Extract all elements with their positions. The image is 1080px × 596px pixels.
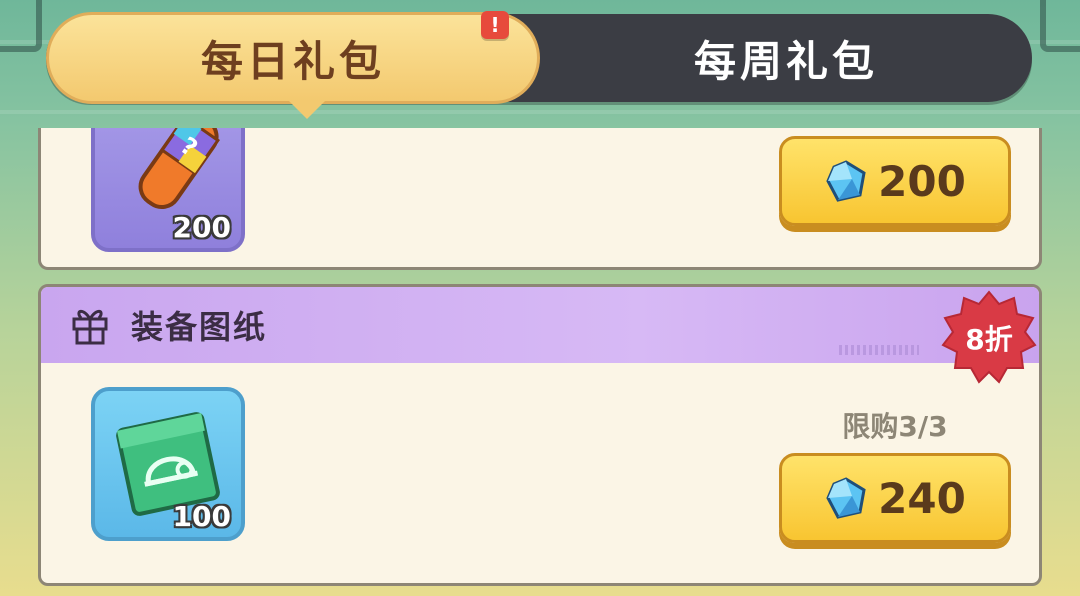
buy-button[interactable]: 200 bbox=[779, 136, 1011, 226]
item-slot[interactable]: ? 200 bbox=[91, 128, 245, 252]
item-quantity: 200 bbox=[172, 211, 231, 244]
offer-card-potion: ? 200 200 bbox=[38, 128, 1042, 270]
item-quantity: 100 bbox=[172, 500, 231, 533]
tab-daily-label: 每日礼包 bbox=[200, 36, 385, 86]
header-decoration bbox=[839, 345, 919, 355]
alert-badge: ! bbox=[481, 11, 509, 39]
discount-label: 8折 bbox=[965, 323, 1013, 356]
background-stripe bbox=[0, 110, 1080, 114]
buy-button[interactable]: 240 bbox=[779, 453, 1011, 543]
offer-card-blueprint: 装备图纸 100 限购3/3 240 bbox=[38, 284, 1042, 586]
price-label: 200 bbox=[878, 156, 966, 206]
discount-badge: 8折 bbox=[941, 290, 1037, 386]
tab-weekly-label: 每周礼包 bbox=[693, 36, 878, 86]
corner-decoration bbox=[1040, 0, 1080, 52]
card-header: 装备图纸 bbox=[41, 287, 1039, 363]
blue-gem-icon bbox=[826, 477, 866, 519]
item-slot[interactable]: 100 bbox=[91, 387, 245, 541]
tab-weekly-pack[interactable]: 每周礼包 bbox=[540, 14, 1032, 102]
purchase-limit: 限购3/3 bbox=[842, 410, 948, 443]
gift-icon bbox=[72, 309, 108, 345]
blue-gem-icon bbox=[826, 160, 866, 202]
card-title: 装备图纸 bbox=[131, 308, 268, 346]
price-label: 240 bbox=[878, 473, 966, 523]
tab-daily-pack[interactable]: 每日礼包 bbox=[46, 12, 540, 104]
corner-decoration bbox=[0, 0, 42, 52]
active-tab-pointer bbox=[289, 101, 325, 119]
